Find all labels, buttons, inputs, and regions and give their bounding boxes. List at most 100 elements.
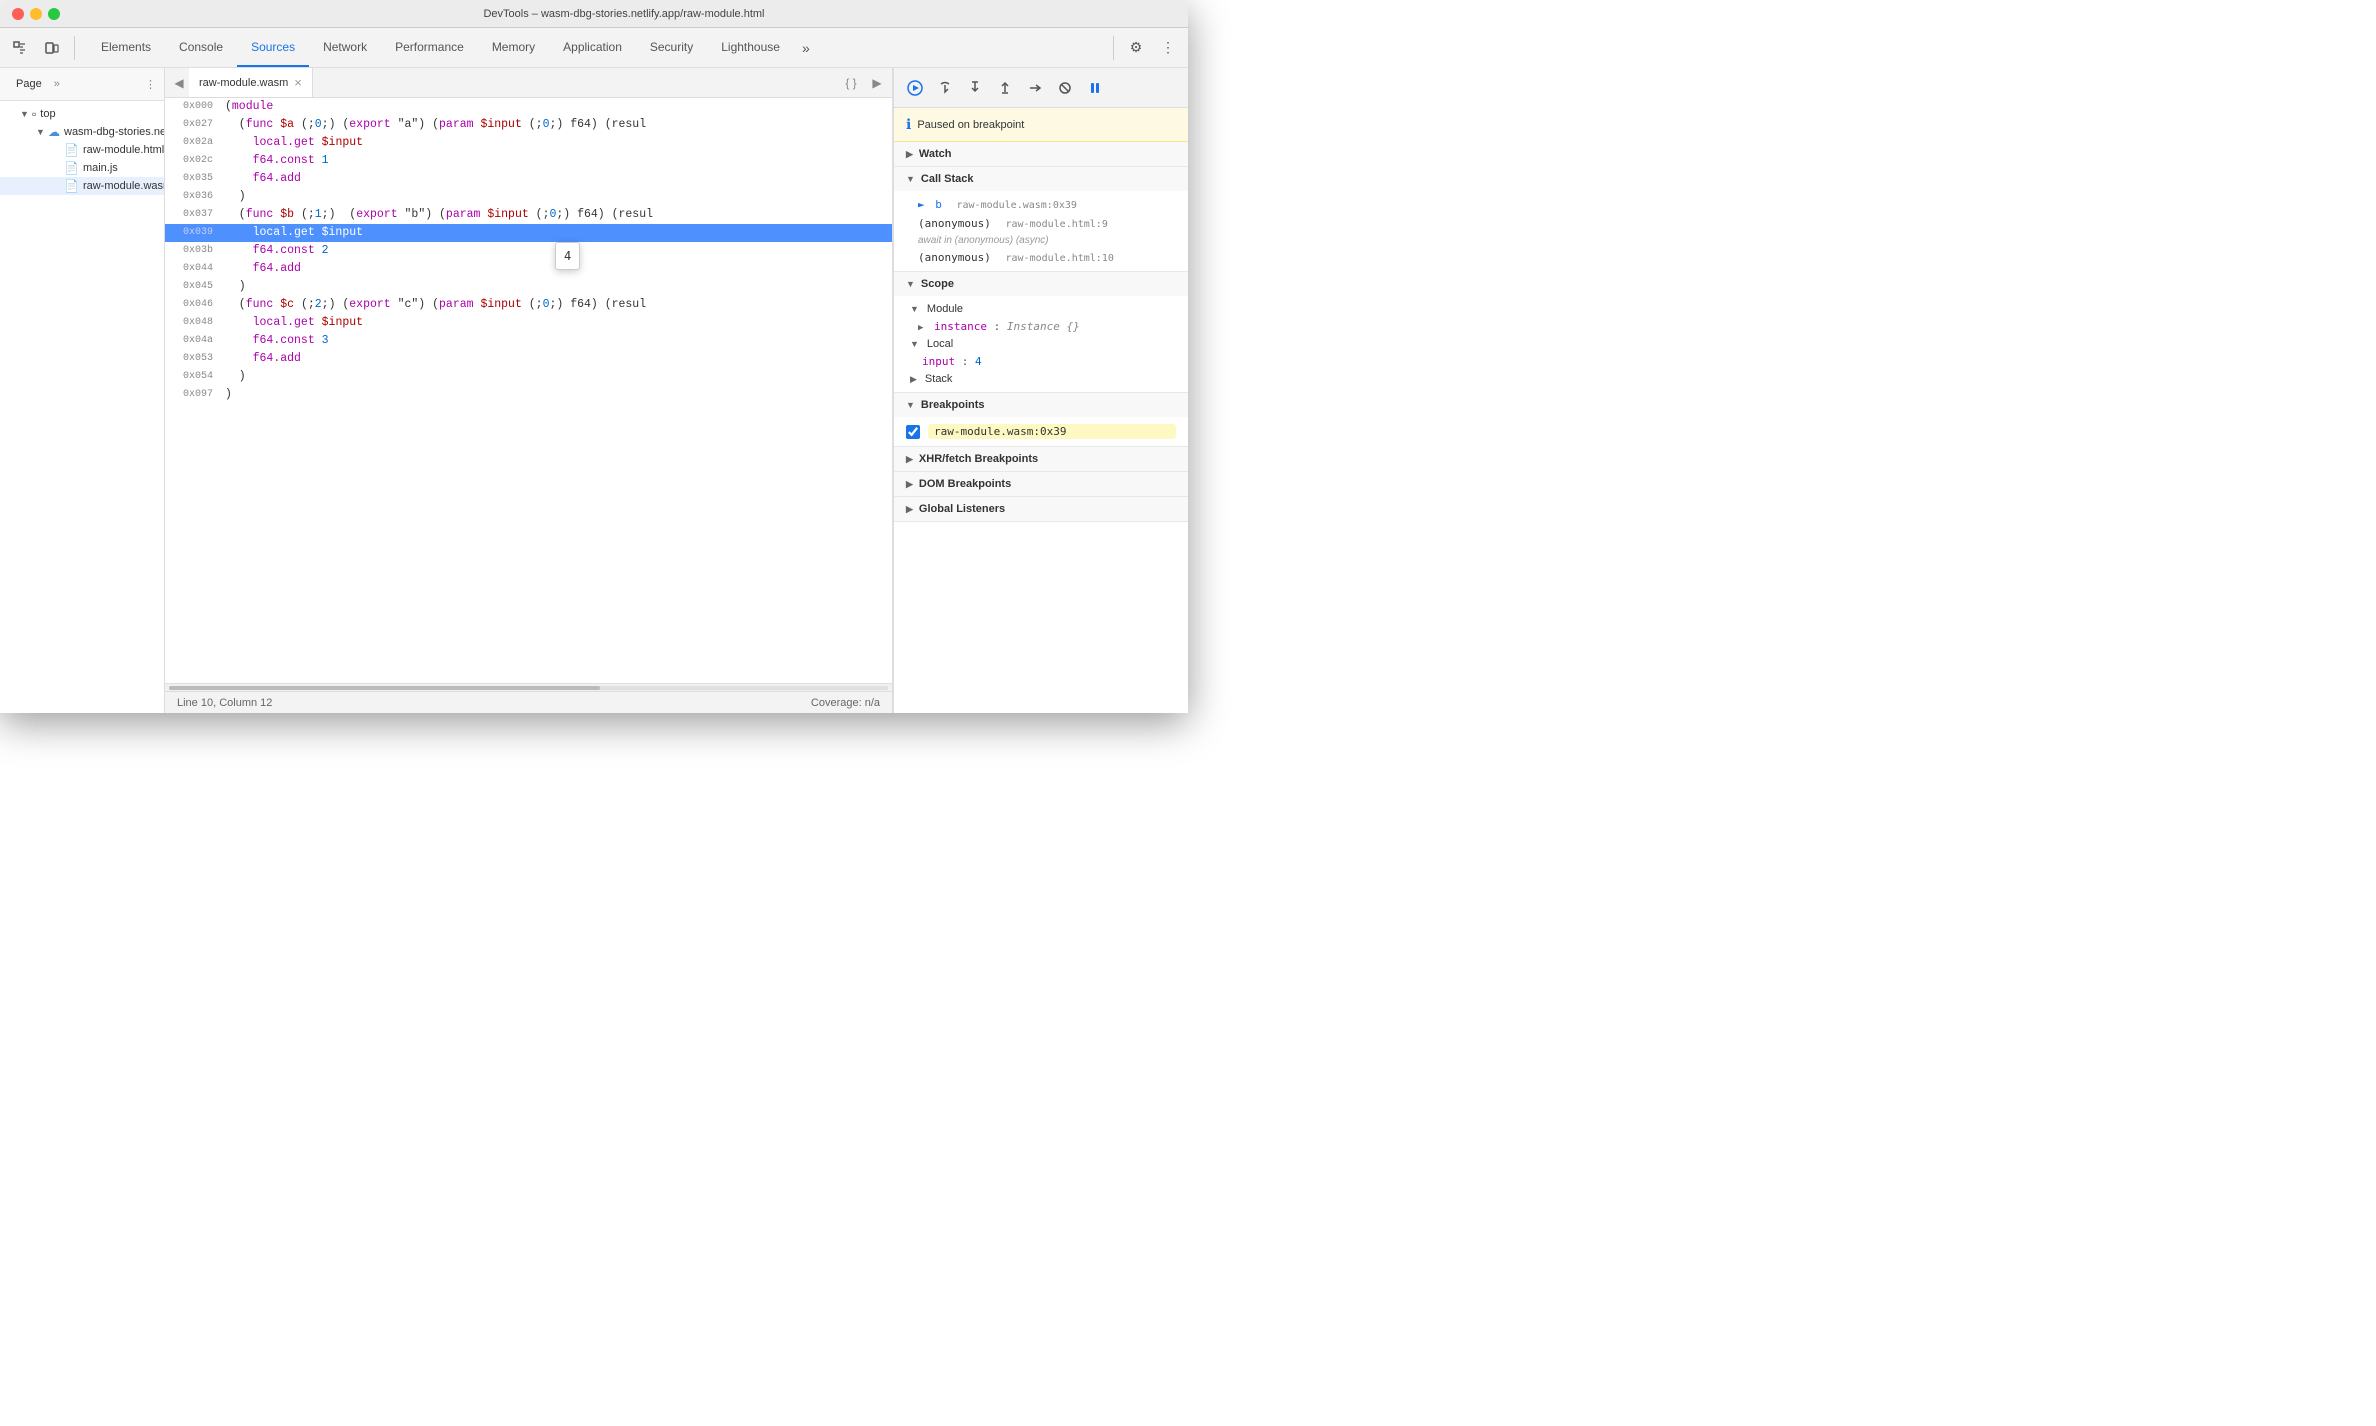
section-global-listeners-header[interactable]: Global Listeners bbox=[894, 497, 1188, 521]
pretty-print-button[interactable]: { } bbox=[840, 72, 862, 94]
line-addr-15: 0x054 bbox=[165, 368, 217, 386]
section-xhr-header[interactable]: XHR/fetch Breakpoints bbox=[894, 447, 1188, 471]
code-line-0x045[interactable]: 0x045 ) bbox=[165, 278, 892, 296]
tree-item-top[interactable]: ▼ ▫ top bbox=[0, 105, 164, 123]
scope-stack-header[interactable]: Stack bbox=[894, 370, 1188, 388]
tab-security[interactable]: Security bbox=[636, 28, 707, 67]
run-snippet-button[interactable]: ▶ bbox=[866, 72, 888, 94]
watch-arrow bbox=[906, 149, 913, 160]
code-line-0x048[interactable]: 0x048 local.get $input bbox=[165, 314, 892, 332]
code-line-0x02a[interactable]: 0x02a local.get $input bbox=[165, 134, 892, 152]
section-dom-header[interactable]: DOM Breakpoints bbox=[894, 472, 1188, 496]
instance-key: instance bbox=[934, 320, 987, 333]
file-tree: ▼ ▫ top ▼ ☁ wasm-dbg-stories.netlify bbox=[0, 101, 164, 713]
breakpoints-arrow bbox=[906, 400, 915, 410]
settings-button[interactable]: ⚙ bbox=[1122, 34, 1150, 62]
editor-tab-close[interactable]: × bbox=[294, 75, 302, 90]
step-button[interactable] bbox=[1022, 75, 1048, 101]
maximize-button[interactable] bbox=[48, 8, 60, 20]
scroll-thumb[interactable] bbox=[169, 686, 600, 690]
tab-sources[interactable]: Sources bbox=[237, 28, 309, 67]
title-bar: DevTools – wasm-dbg-stories.netlify.app/… bbox=[0, 0, 1188, 28]
code-line-0x04a[interactable]: 0x04a f64.const 3 bbox=[165, 332, 892, 350]
step-into-button[interactable] bbox=[962, 75, 988, 101]
tab-performance[interactable]: Performance bbox=[381, 28, 478, 67]
callstack-item-b[interactable]: ► b raw-module.wasm:0x39 bbox=[894, 195, 1188, 214]
section-breakpoints: Breakpoints raw-module.wasm:0x39 bbox=[894, 393, 1188, 447]
line-content-10: ) bbox=[217, 278, 892, 296]
editor-tab-wasm[interactable]: raw-module.wasm × bbox=[189, 68, 313, 97]
deactivate-breakpoints-button[interactable] bbox=[1052, 75, 1078, 101]
customize-button[interactable]: ⋮ bbox=[1154, 34, 1182, 62]
step-over-button[interactable] bbox=[932, 75, 958, 101]
scope-stack-label: Stack bbox=[925, 373, 953, 385]
breakpoint-label-wasm[interactable]: raw-module.wasm:0x39 bbox=[928, 424, 1176, 439]
horizontal-scrollbar[interactable] bbox=[165, 683, 892, 691]
panel-more-button[interactable]: » bbox=[54, 78, 60, 90]
callstack-item-anon1[interactable]: (anonymous) raw-module.html:9 bbox=[894, 214, 1188, 233]
section-breakpoints-header[interactable]: Breakpoints bbox=[894, 393, 1188, 417]
inspect-element-button[interactable] bbox=[6, 34, 34, 62]
tab-network[interactable]: Network bbox=[309, 28, 381, 67]
frame-fn-b: b bbox=[935, 198, 942, 211]
more-tabs-button[interactable]: » bbox=[794, 28, 818, 67]
tab-elements[interactable]: Elements bbox=[87, 28, 165, 67]
tree-item-origin[interactable]: ▼ ☁ wasm-dbg-stories.netlify bbox=[0, 123, 164, 141]
minimize-button[interactable] bbox=[30, 8, 42, 20]
line-addr-6: 0x037 bbox=[165, 206, 217, 224]
editor-tab-prev[interactable]: ◀ bbox=[169, 71, 189, 95]
scope-local-header[interactable]: Local bbox=[894, 335, 1188, 353]
line-addr-0: 0x000 bbox=[165, 98, 217, 116]
section-callstack: Call Stack ► b raw-module.wasm:0x39 (ano… bbox=[894, 167, 1188, 272]
instance-expand-arrow[interactable] bbox=[918, 323, 923, 333]
tab-lighthouse[interactable]: Lighthouse bbox=[707, 28, 794, 67]
code-line-0x044[interactable]: 0x044 f64.add bbox=[165, 260, 892, 278]
tree-item-main-js[interactable]: 📄 main.js bbox=[0, 159, 164, 177]
scope-module-header[interactable]: Module bbox=[894, 300, 1188, 318]
callstack-label: Call Stack bbox=[921, 173, 974, 185]
code-area[interactable]: 0x000(module0x027 (func $a (;0;) (export… bbox=[165, 98, 892, 683]
code-line-0x03b[interactable]: 0x03b f64.const 2 bbox=[165, 242, 892, 260]
tab-application[interactable]: Application bbox=[549, 28, 636, 67]
code-line-0x037[interactable]: 0x037 (func $b (;1;) (export "b") (param… bbox=[165, 206, 892, 224]
xhr-label: XHR/fetch Breakpoints bbox=[919, 453, 1038, 465]
line-addr-8: 0x03b bbox=[165, 242, 217, 260]
code-line-0x02c[interactable]: 0x02c f64.const 1 bbox=[165, 152, 892, 170]
scroll-track[interactable] bbox=[169, 686, 888, 690]
section-scope-header[interactable]: Scope bbox=[894, 272, 1188, 296]
tab-console[interactable]: Console bbox=[165, 28, 237, 67]
step-out-button[interactable] bbox=[992, 75, 1018, 101]
code-line-0x054[interactable]: 0x054 ) bbox=[165, 368, 892, 386]
code-line-0x036[interactable]: 0x036 ) bbox=[165, 188, 892, 206]
code-line-0x053[interactable]: 0x053 f64.add bbox=[165, 350, 892, 368]
tab-memory[interactable]: Memory bbox=[478, 28, 549, 67]
code-line-0x000[interactable]: 0x000(module bbox=[165, 98, 892, 116]
debug-panel: ℹ Paused on breakpoint Watch Call Stack bbox=[893, 68, 1188, 713]
breakpoint-checkbox-wasm[interactable] bbox=[906, 425, 920, 439]
current-frame-arrow: ► bbox=[918, 198, 925, 211]
section-callstack-header[interactable]: Call Stack bbox=[894, 167, 1188, 191]
panel-options-button[interactable]: ⋮ bbox=[145, 78, 156, 91]
line-content-15: ) bbox=[217, 368, 892, 386]
scope-local-input: input : 4 bbox=[894, 353, 1188, 370]
close-button[interactable] bbox=[12, 8, 24, 20]
tree-item-raw-module-wasm[interactable]: 📄 raw-module.wasm bbox=[0, 177, 164, 195]
toolbar-divider-2 bbox=[1113, 36, 1114, 60]
pause-on-exceptions-button[interactable] bbox=[1082, 75, 1108, 101]
scope-local-label: Local bbox=[927, 338, 953, 350]
code-line-0x046[interactable]: 0x046 (func $c (;2;) (export "c") (param… bbox=[165, 296, 892, 314]
panel-tab-page[interactable]: Page bbox=[8, 74, 50, 94]
resume-button[interactable] bbox=[902, 75, 928, 101]
line-addr-7: 0x039 bbox=[165, 224, 217, 242]
tree-item-raw-module-html[interactable]: 📄 raw-module.html bbox=[0, 141, 164, 159]
code-line-0x097[interactable]: 0x097) bbox=[165, 386, 892, 404]
device-toolbar-button[interactable] bbox=[38, 34, 66, 62]
code-line-0x035[interactable]: 0x035 f64.add bbox=[165, 170, 892, 188]
callstack-item-anon2[interactable]: (anonymous) raw-module.html:10 bbox=[894, 248, 1188, 267]
line-content-8: f64.const 2 bbox=[217, 242, 892, 260]
code-line-0x039[interactable]: 0x039 local.get $input bbox=[165, 224, 892, 242]
code-line-0x027[interactable]: 0x027 (func $a (;0;) (export "a") (param… bbox=[165, 116, 892, 134]
section-watch-header[interactable]: Watch bbox=[894, 142, 1188, 166]
section-global-listeners: Global Listeners bbox=[894, 497, 1188, 522]
main-tab-nav: Elements Console Sources Network Perform… bbox=[87, 28, 818, 67]
